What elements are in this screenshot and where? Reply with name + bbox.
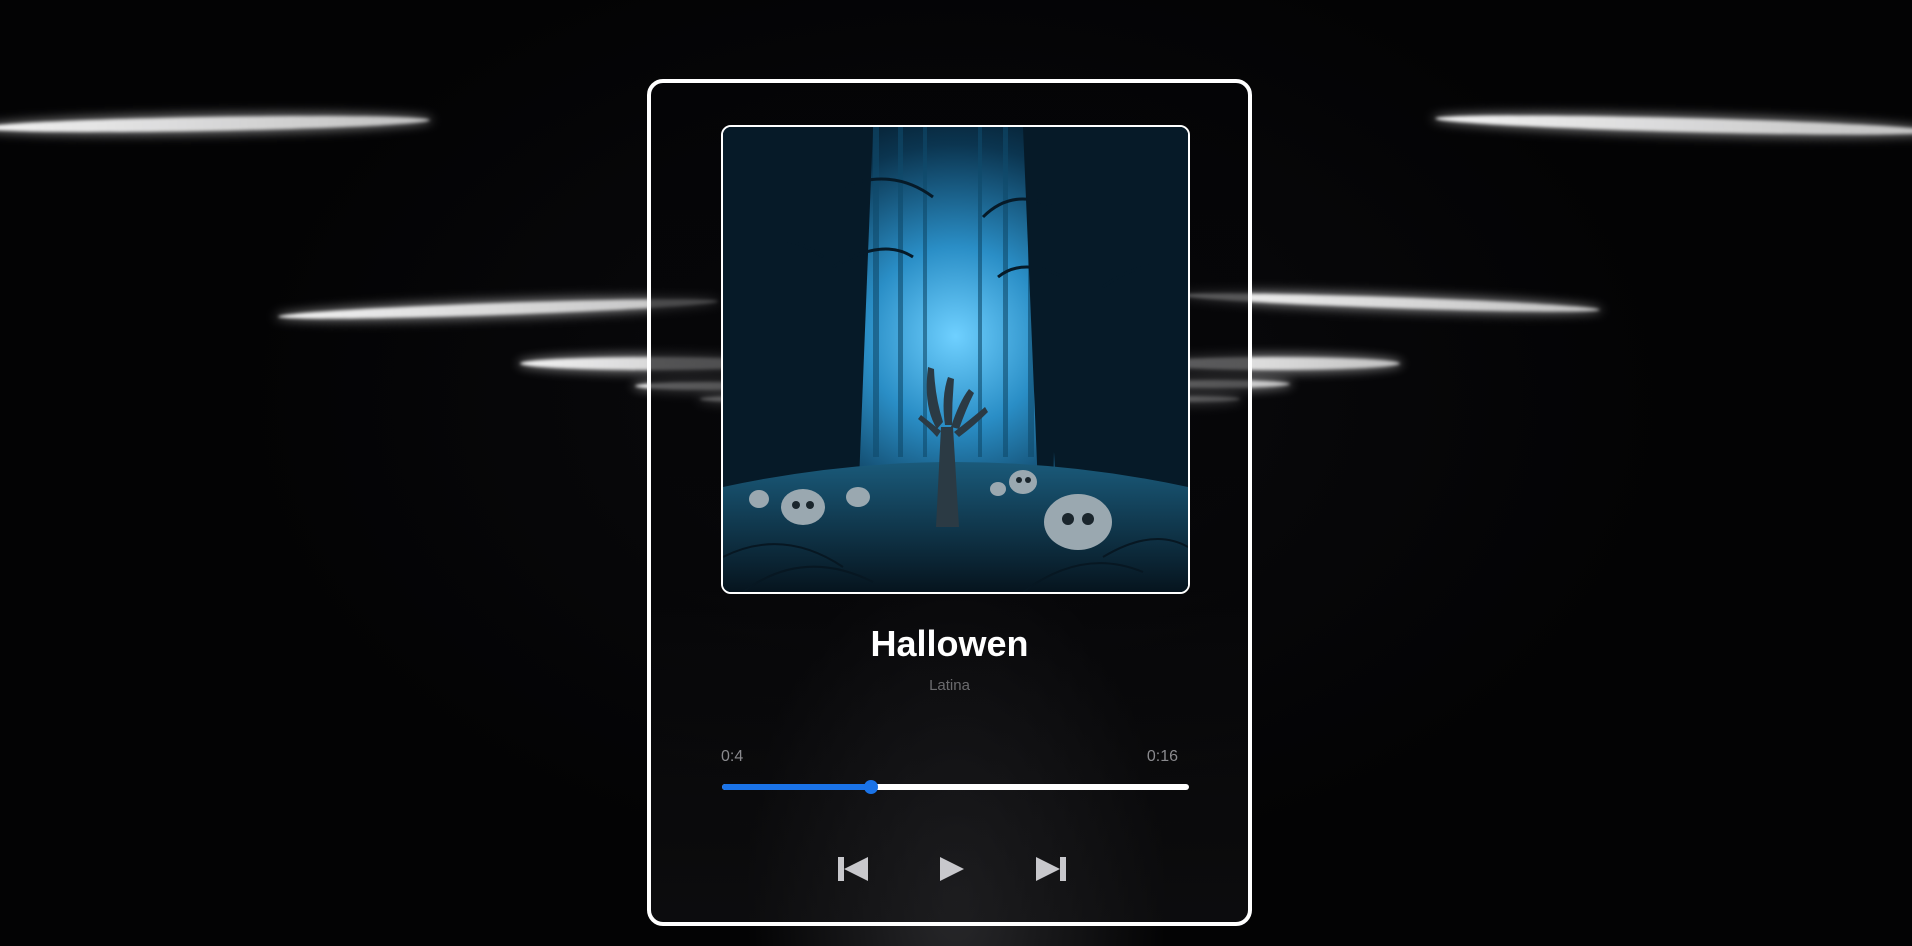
skip-previous-icon (838, 857, 868, 881)
previous-button[interactable] (833, 849, 873, 889)
track-duration: 0:16 (1146, 748, 1178, 765)
current-time: 0:4 (721, 748, 744, 765)
progress-fill (722, 784, 872, 790)
skip-next-icon (1036, 857, 1066, 881)
haunted-forest-cover-icon (723, 127, 1188, 592)
playback-controls (651, 849, 1248, 889)
play-icon (940, 857, 964, 881)
progress-thumb[interactable] (864, 780, 879, 794)
play-button[interactable] (931, 849, 971, 889)
album-cover (721, 125, 1190, 594)
next-button[interactable] (1031, 849, 1071, 889)
track-title: Hallowen (870, 623, 1029, 664)
ceiling-light (0, 113, 431, 135)
progress-slider[interactable] (722, 780, 1189, 794)
track-artist: Latina (929, 677, 970, 694)
music-player-card: Hallowen Latina 0:4 0:16 (647, 79, 1252, 926)
ceiling-light (1434, 111, 1912, 139)
